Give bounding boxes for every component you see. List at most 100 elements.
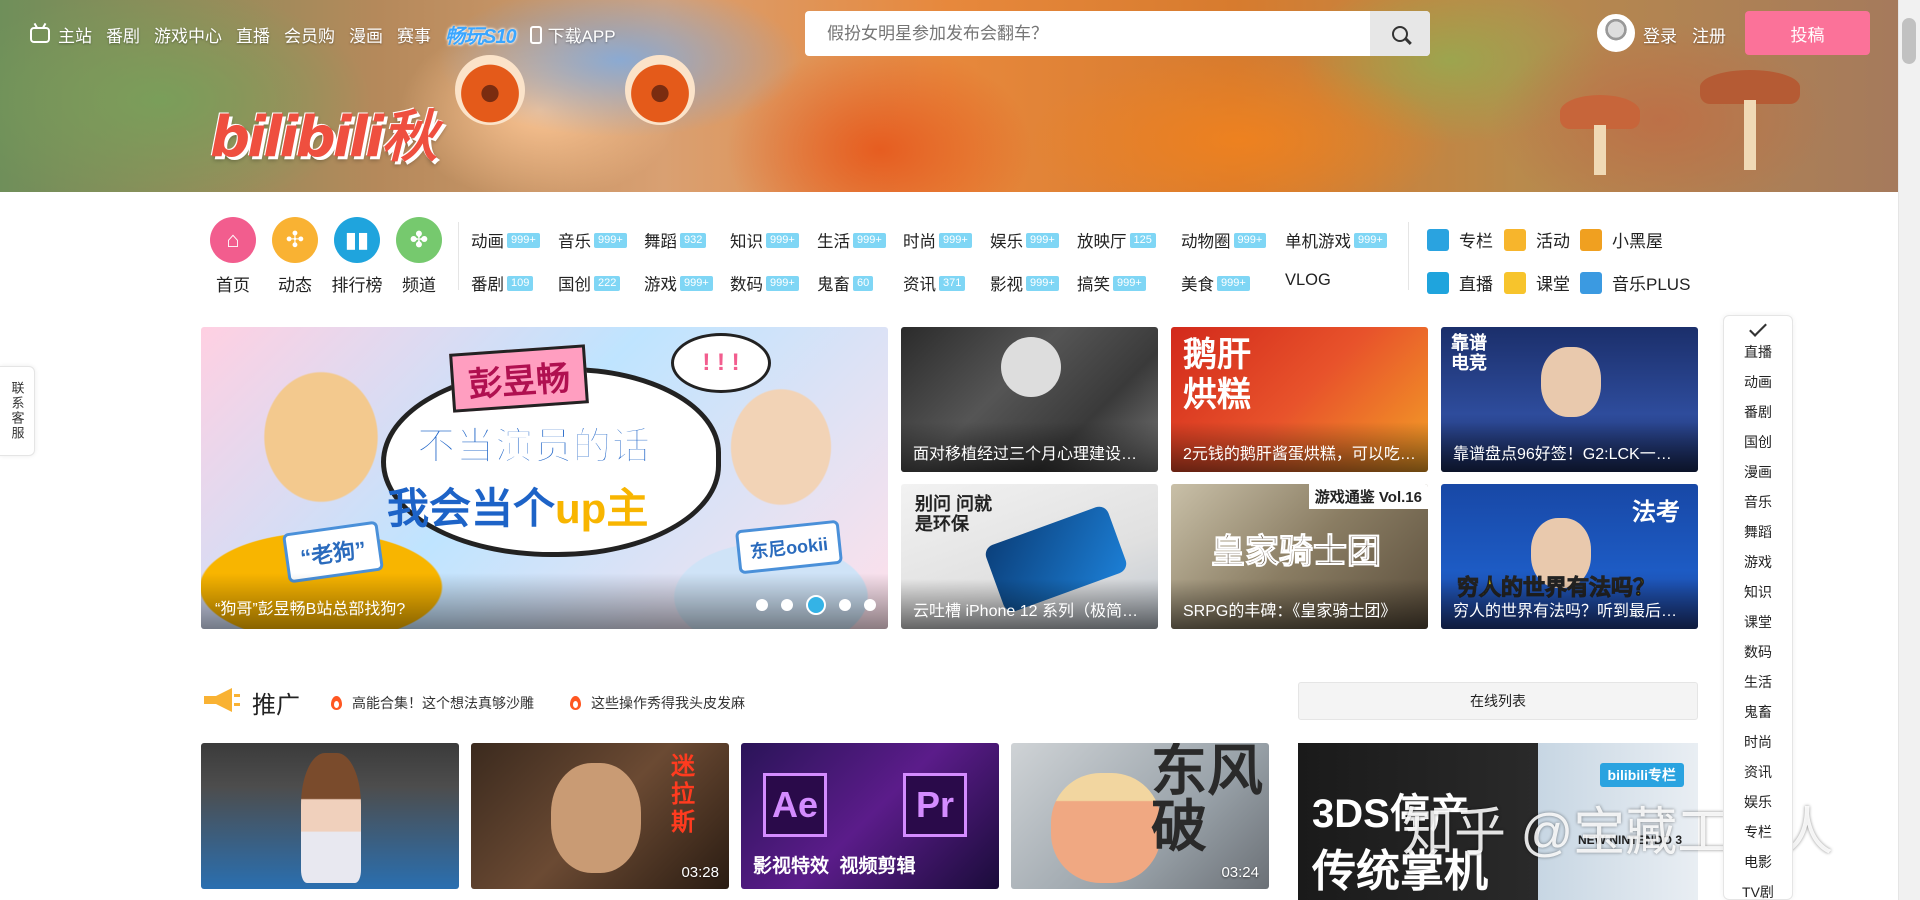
hero-carousel[interactable]: ! ! ! 彭昱畅 不当演员的话 我会当个up主 “老狗” 东尼ookii “狗… <box>201 327 888 629</box>
category-music[interactable]: 音乐 999+ <box>558 228 627 252</box>
main-nav-channel[interactable]: ✤ 频道 <box>396 217 454 296</box>
side-link-classroom[interactable]: 课堂 <box>1504 270 1570 295</box>
login-link[interactable]: 登录 <box>1643 22 1677 47</box>
nav-bangumi[interactable]: 番剧 <box>106 22 140 47</box>
chevron-up-icon[interactable] <box>1749 319 1767 337</box>
featured-tile-4[interactable]: 别问 问就是环保 云吐槽 iPhone 12 系列（极简版） <box>901 484 1158 629</box>
category-single-player-games[interactable]: 单机游戏 999+ <box>1285 228 1387 252</box>
category-digital[interactable]: 数码 999+ <box>730 271 799 295</box>
sidebar-nav-item[interactable]: 番剧 <box>1724 402 1792 422</box>
side-link-music-plus[interactable]: 音乐PLUS <box>1580 270 1690 295</box>
online-list-button[interactable]: 在线列表 <box>1298 682 1698 720</box>
category-funny[interactable]: 搞笑 999+ <box>1077 271 1146 295</box>
category-animals[interactable]: 动物圈 999+ <box>1181 228 1267 252</box>
sidebar-nav-item[interactable]: 娱乐 <box>1724 792 1792 812</box>
search-button[interactable] <box>1370 11 1430 56</box>
category-games[interactable]: 游戏 999+ <box>644 271 713 295</box>
category-film[interactable]: 影视 999+ <box>990 271 1059 295</box>
category-bangumi[interactable]: 番剧 109 <box>471 271 534 295</box>
customer-service-tab[interactable]: 联系客服 <box>0 366 35 456</box>
scrollbar[interactable] <box>1898 0 1920 900</box>
category-animation[interactable]: 动画 999+ <box>471 228 540 252</box>
sidebar-nav-item[interactable]: 知识 <box>1724 582 1792 602</box>
category-vlog[interactable]: VLOG <box>1285 271 1331 290</box>
nav-esports[interactable]: 赛事 <box>397 22 431 47</box>
nav-manga[interactable]: 漫画 <box>349 22 383 47</box>
carousel-dot[interactable] <box>781 599 793 611</box>
side-link-live[interactable]: 直播 <box>1427 270 1493 295</box>
nav-live[interactable]: 直播 <box>236 22 270 47</box>
site-logo[interactable]: bilibili秋 <box>210 92 437 173</box>
avatar[interactable] <box>1597 14 1635 52</box>
sidebar-nav-item[interactable]: 数码 <box>1724 642 1792 662</box>
nav-game-center[interactable]: 游戏中心 <box>154 22 222 47</box>
video-card-2[interactable]: 迷拉斯 03:28 <box>471 743 729 889</box>
upload-button[interactable]: 投稿 <box>1745 11 1870 55</box>
nav-s10-promo[interactable]: 畅玩S10 <box>445 20 517 49</box>
banner-mushroom <box>1700 70 1800 104</box>
video-card-1[interactable] <box>201 743 459 889</box>
category-guochuang[interactable]: 国创 222 <box>558 271 621 295</box>
featured-tile-5[interactable]: 游戏通鉴 Vol.16 皇家骑士团 SRPG的丰碑：《皇家骑士团》 <box>1171 484 1428 629</box>
carousel-tag-right: 东尼ookii <box>734 519 844 575</box>
category-entertainment[interactable]: 娱乐 999+ <box>990 228 1059 252</box>
nav-main-site[interactable]: 主站 <box>30 22 92 47</box>
sidebar-nav-item[interactable]: 生活 <box>1724 672 1792 692</box>
sidebar-nav-item[interactable]: 专栏 <box>1724 822 1792 842</box>
scrollbar-thumb[interactable] <box>1902 18 1916 64</box>
search-input[interactable] <box>805 11 1370 56</box>
side-link-blackroom[interactable]: 小黑屋 <box>1580 227 1663 252</box>
carousel-dot[interactable] <box>839 599 851 611</box>
video-card-3[interactable]: Ae Pr 影视特效 视频剪辑 <box>741 743 999 889</box>
flame-icon <box>331 696 342 710</box>
live-camera-icon <box>1427 271 1449 294</box>
banner-mushroom <box>1560 95 1640 129</box>
carousel-dot[interactable] <box>756 599 768 611</box>
classroom-icon <box>1504 271 1526 294</box>
featured-tile-1[interactable]: 面对移植经过三个月心理建设后， <box>901 327 1158 472</box>
sidebar-nav-item[interactable]: 舞蹈 <box>1724 522 1792 542</box>
nav-member-shop[interactable]: 会员购 <box>284 22 335 47</box>
carousel-dot[interactable] <box>806 595 826 615</box>
carousel-dot[interactable] <box>864 599 876 611</box>
top-navigation: 主站 番剧 游戏中心 直播 会员购 漫画 赛事 畅玩S10 下载APP <box>30 20 630 49</box>
category-dance[interactable]: 舞蹈 932 <box>644 228 707 252</box>
sidebar-nav-item[interactable]: 时尚 <box>1724 732 1792 752</box>
sidebar-nav-item[interactable]: 游戏 <box>1724 552 1792 572</box>
category-knowledge[interactable]: 知识 999+ <box>730 228 799 252</box>
featured-tile-6[interactable]: 法考 穷人的世界有法吗？ 穷人的世界有法吗？听到最后我泪目了 <box>1441 484 1698 629</box>
premiere-icon: Pr <box>903 773 967 837</box>
side-link-column[interactable]: 专栏 <box>1427 227 1493 252</box>
category-life[interactable]: 生活 999+ <box>817 228 886 252</box>
carousel-dots <box>756 595 876 615</box>
promo-section-title: 推广 <box>252 692 300 719</box>
sidebar-nav-item[interactable]: 直播 <box>1724 342 1792 362</box>
sidebar-nav-item[interactable]: 电影 <box>1724 852 1792 872</box>
column-icon <box>1427 228 1449 251</box>
nav-download-app[interactable]: 下载APP <box>529 22 616 47</box>
sidebar-nav-item[interactable]: 漫画 <box>1724 462 1792 482</box>
featured-tile-2[interactable]: 鹅肝烘糕 2元钱的鹅肝酱蛋烘糕，可以吃吗？ <box>1171 327 1428 472</box>
category-food[interactable]: 美食 999+ <box>1181 271 1250 295</box>
featured-tile-3[interactable]: 靠谱电竞 靠谱盘点96好签！G2:LCK一号种子 <box>1441 327 1698 472</box>
category-fashion[interactable]: 时尚 999+ <box>903 228 972 252</box>
sidebar-nav-item[interactable]: 国创 <box>1724 432 1792 452</box>
sidebar-nav-item[interactable]: 音乐 <box>1724 492 1792 512</box>
category-cinema[interactable]: 放映厅 125 <box>1077 228 1156 252</box>
sidebar-nav-item[interactable]: 课堂 <box>1724 612 1792 632</box>
category-news[interactable]: 资讯 371 <box>903 271 966 295</box>
register-link[interactable]: 注册 <box>1692 22 1726 47</box>
scale-icon <box>1580 228 1602 251</box>
sidebar-nav-item[interactable]: TV剧 <box>1724 882 1792 900</box>
video-figure <box>301 753 361 883</box>
right-sidebar-nav: 直播动画番剧国创漫画音乐舞蹈游戏知识课堂数码生活鬼畜时尚资讯娱乐专栏电影 TV剧 <box>1723 315 1793 900</box>
side-link-activity[interactable]: 活动 <box>1504 227 1570 252</box>
category-kichiku[interactable]: 鬼畜 60 <box>817 271 874 295</box>
sidebar-nav-item[interactable]: 资讯 <box>1724 762 1792 782</box>
hot-link-1[interactable]: 高能合集！这个想法真够沙雕 <box>331 693 534 713</box>
hot-link-2[interactable]: 这些操作秀得我头皮发麻 <box>570 693 745 713</box>
tile-person-face <box>1541 347 1601 417</box>
sidebar-nav-item[interactable]: 鬼畜 <box>1724 702 1792 722</box>
video-card-4[interactable]: 东风破 03:24 <box>1011 743 1269 889</box>
sidebar-nav-item[interactable]: 动画 <box>1724 372 1792 392</box>
